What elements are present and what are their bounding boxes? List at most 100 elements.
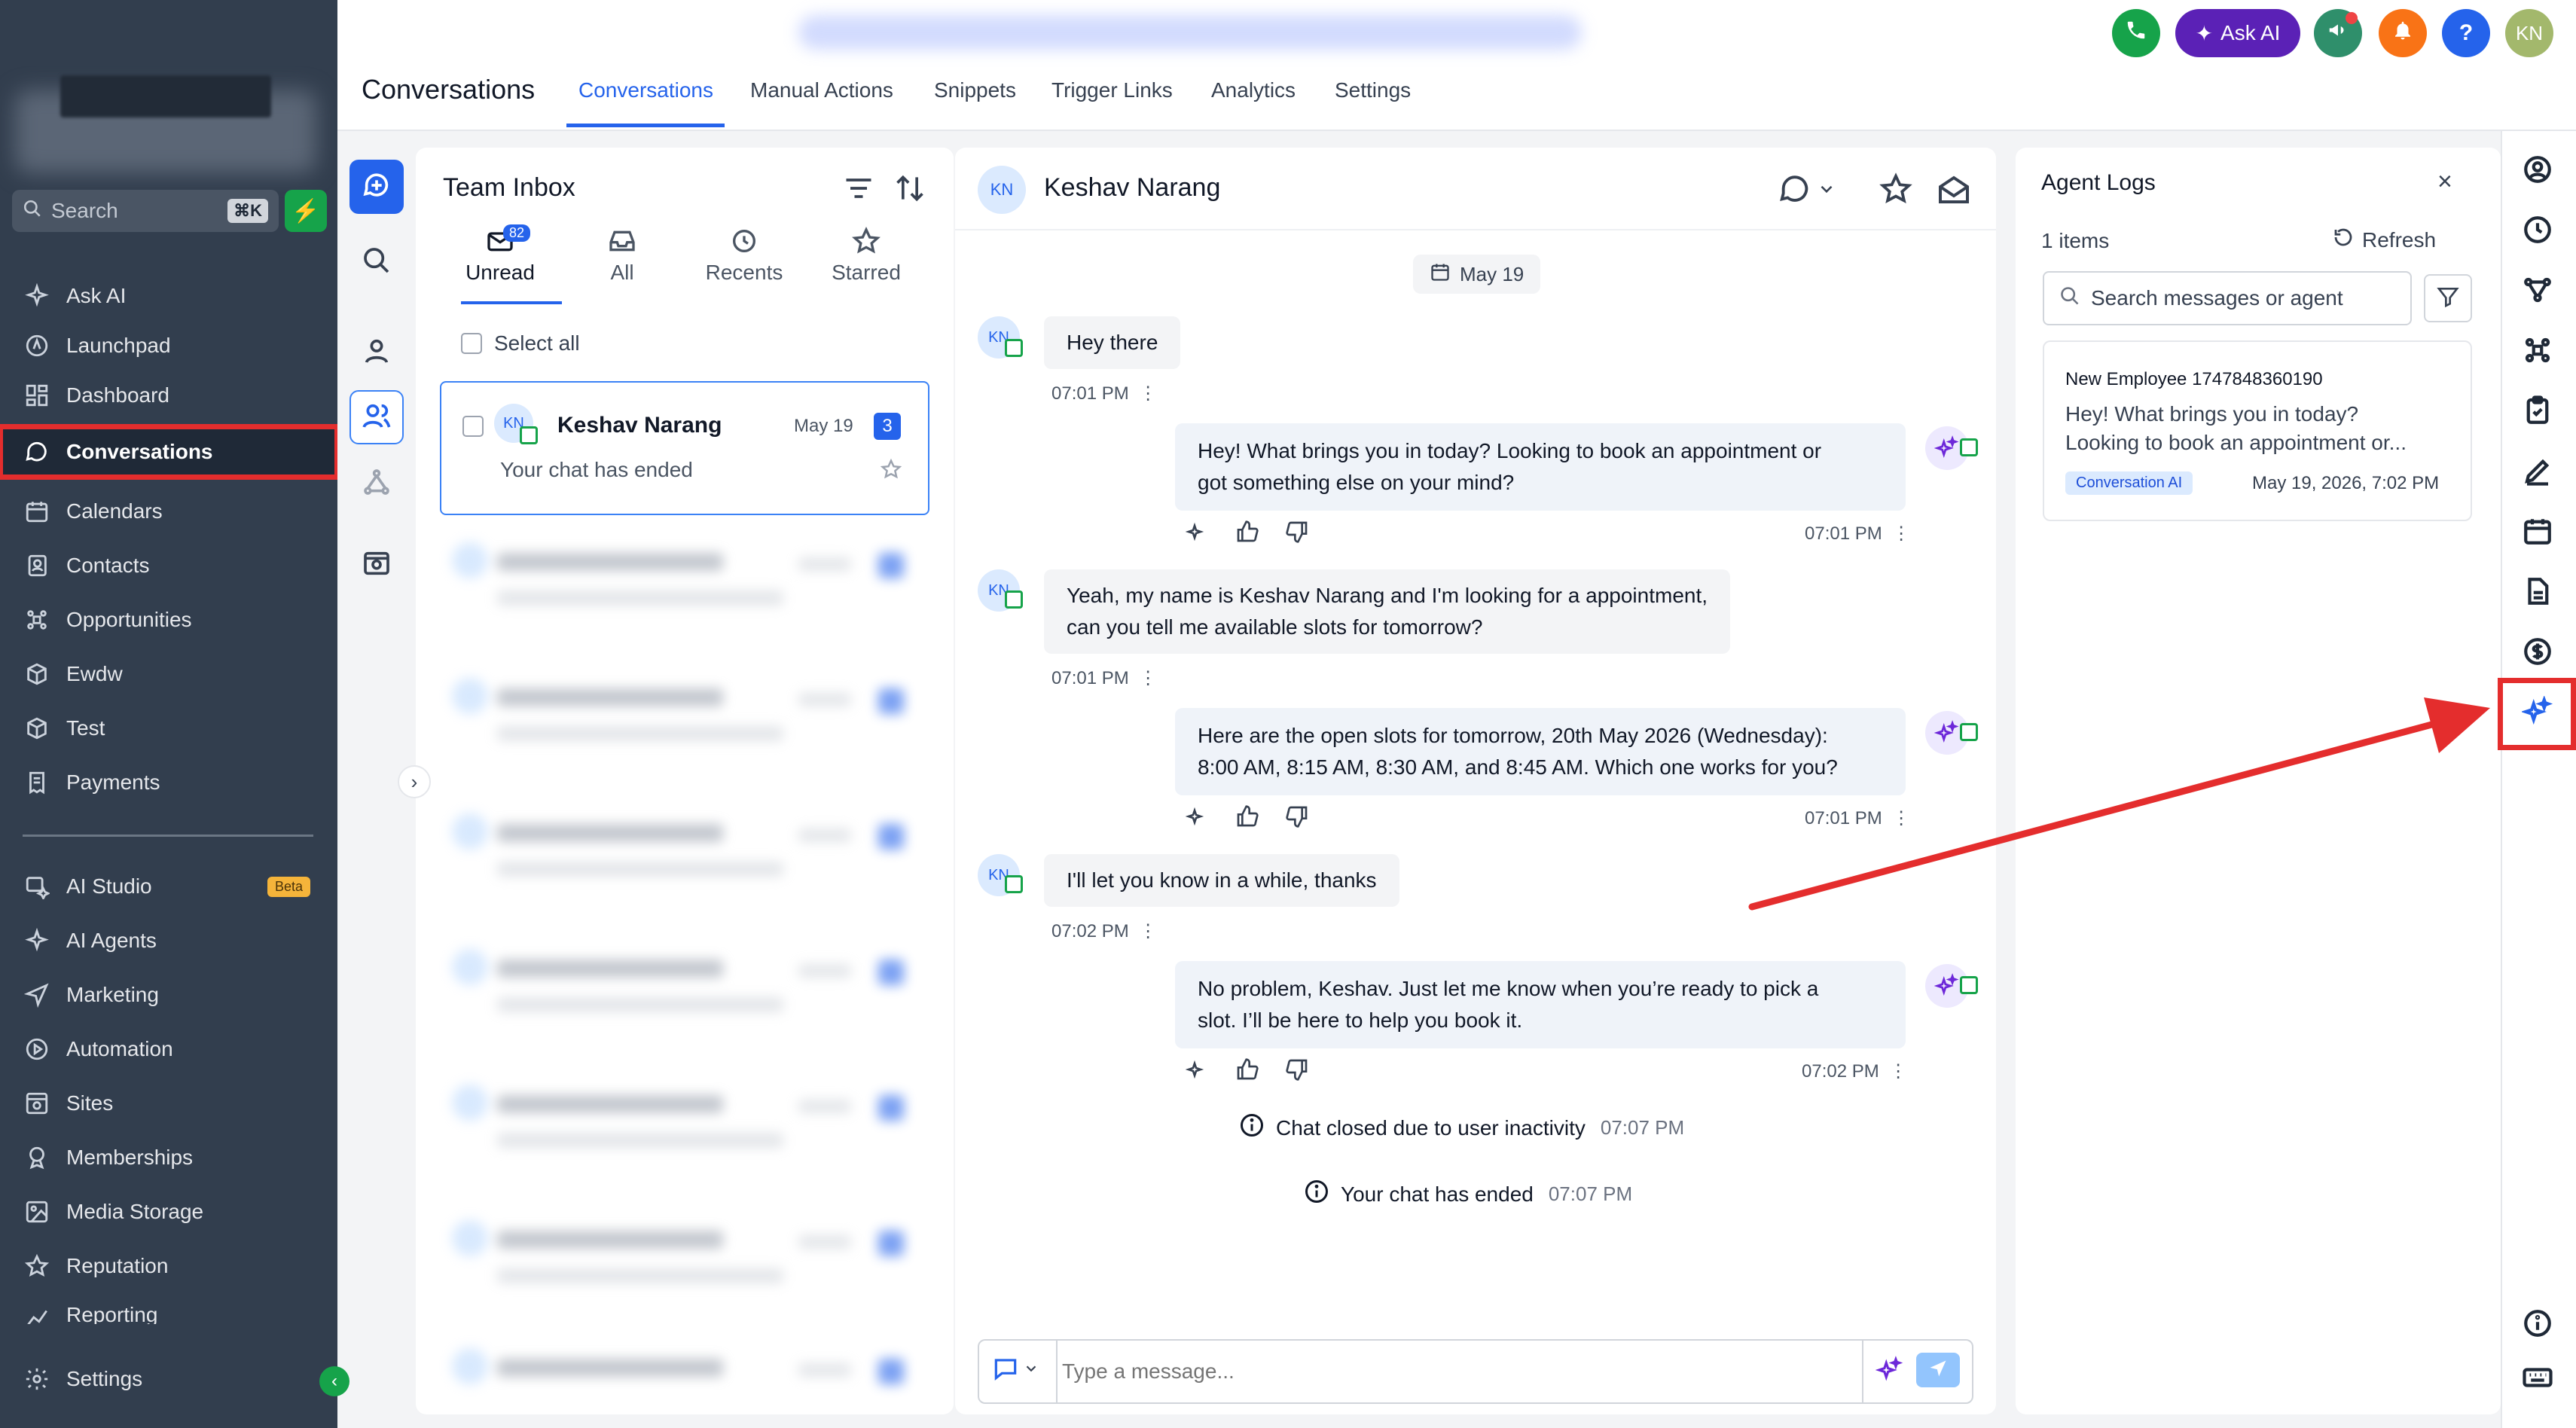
thumbs-down-icon[interactable] xyxy=(1285,520,1309,548)
filter-tab-recents[interactable]: Recents xyxy=(684,226,804,285)
sidebar-item-calendars[interactable]: Calendars xyxy=(0,488,337,535)
thumbs-up-icon[interactable] xyxy=(1235,520,1259,548)
team-inbox-button[interactable] xyxy=(349,390,404,444)
list-item[interactable] xyxy=(452,1341,919,1408)
info-button[interactable] xyxy=(2520,1307,2555,1342)
sidebar-item-contacts[interactable]: Contacts xyxy=(0,542,337,589)
workflows-button[interactable] xyxy=(349,456,404,511)
list-item[interactable] xyxy=(452,941,919,1032)
sidebar-item-ai-agents[interactable]: AI Agents xyxy=(0,917,337,964)
new-message-button[interactable] xyxy=(349,160,404,214)
sidebar-item-settings[interactable]: Settings xyxy=(0,1356,337,1402)
sidebar-item-reporting[interactable]: Reporting xyxy=(0,1297,337,1324)
conversation-checkbox[interactable] xyxy=(462,416,484,437)
close-agent-logs-button[interactable]: × xyxy=(2437,167,2452,197)
refresh-button[interactable]: Refresh xyxy=(2332,226,2436,254)
tab-conversations[interactable]: Conversations xyxy=(578,78,713,102)
sidebar-item-launchpad[interactable]: Launchpad xyxy=(0,322,337,369)
tab-settings[interactable]: Settings xyxy=(1335,78,1411,102)
opportunities-icon xyxy=(23,606,51,634)
sidebar-item-automation[interactable]: Automation xyxy=(0,1026,337,1073)
tab-analytics[interactable]: Analytics xyxy=(1211,78,1296,102)
payments-button[interactable] xyxy=(2520,636,2555,670)
refresh-label: Refresh xyxy=(2362,227,2437,252)
tab-trigger-links[interactable]: Trigger Links xyxy=(1051,78,1173,102)
history-icon xyxy=(2522,214,2553,249)
agent-logs-filter-button[interactable] xyxy=(2424,274,2472,322)
sidebar-item-test[interactable]: Test xyxy=(0,705,337,752)
sidebar-item-memberships[interactable]: Memberships xyxy=(0,1134,337,1181)
preview-button[interactable] xyxy=(349,538,404,592)
star-conversation-button[interactable] xyxy=(880,458,902,484)
log-title: New Employee 1747848360190 xyxy=(2065,369,2323,389)
live-chat-icon xyxy=(1960,976,1978,994)
sidebar-item-opportunities[interactable]: Opportunities xyxy=(0,597,337,643)
sidebar-item-dashboard[interactable]: Dashboard xyxy=(0,372,337,419)
opportunities-button[interactable] xyxy=(2520,334,2555,369)
list-item[interactable] xyxy=(452,535,919,625)
ai-reply-icon[interactable] xyxy=(1185,804,1210,832)
phone-button[interactable] xyxy=(2112,9,2160,57)
help-button[interactable]: ? xyxy=(2442,9,2490,57)
sidebar-item-conversations[interactable]: Conversations xyxy=(0,424,340,480)
ai-reply-icon[interactable] xyxy=(1185,520,1210,548)
thumbs-up-icon[interactable] xyxy=(1235,1057,1259,1085)
message-input[interactable] xyxy=(1061,1348,1859,1395)
log-preview-line: Looking to book an appointment or... xyxy=(2065,431,2407,454)
list-item[interactable] xyxy=(452,1077,919,1167)
expand-panel-button[interactable]: › xyxy=(398,765,431,798)
my-inbox-button[interactable] xyxy=(349,325,404,380)
notes-button[interactable] xyxy=(2520,455,2555,490)
sidebar-item-ask-ai[interactable]: Ask AI xyxy=(0,273,337,319)
sidebar-item-marketing[interactable]: Marketing xyxy=(0,972,337,1018)
sidebar-item-reputation[interactable]: Reputation xyxy=(0,1243,337,1289)
documents-button[interactable] xyxy=(2520,575,2555,610)
contact-details-button[interactable] xyxy=(2520,154,2555,188)
activity-button[interactable] xyxy=(2520,214,2555,249)
tab-manual-actions[interactable]: Manual Actions xyxy=(750,78,893,102)
sidebar-item-ai-studio[interactable]: AI Studio Beta xyxy=(0,863,337,910)
sidebar-item-sites[interactable]: Sites xyxy=(0,1080,337,1127)
channel-select[interactable] xyxy=(1778,172,1836,210)
conversation-card[interactable] xyxy=(440,381,929,515)
agent-logs-search[interactable]: Search messages or agent xyxy=(2043,271,2412,325)
channel-picker[interactable] xyxy=(991,1354,1039,1387)
info-icon xyxy=(2522,1307,2553,1343)
tab-snippets[interactable]: Snippets xyxy=(934,78,1016,102)
announcements-button[interactable] xyxy=(2314,9,2362,57)
tasks-button[interactable] xyxy=(2520,395,2555,429)
appointments-button[interactable] xyxy=(2520,515,2555,550)
send-button[interactable] xyxy=(1916,1353,1960,1387)
search-conversations-button[interactable] xyxy=(349,235,404,289)
sidebar-item-media-storage[interactable]: Media Storage xyxy=(0,1188,337,1235)
star-chat-button[interactable] xyxy=(1879,172,1913,210)
list-item[interactable] xyxy=(452,670,919,761)
rocket-icon xyxy=(23,331,51,360)
filter-tab-unread[interactable]: Unread xyxy=(440,226,560,285)
mark-read-button[interactable] xyxy=(1936,172,1972,212)
list-item[interactable] xyxy=(452,806,919,896)
filter-tab-all[interactable]: All xyxy=(562,226,682,285)
notifications-button[interactable] xyxy=(2379,9,2427,57)
filter-tab-label: Unread xyxy=(465,261,535,284)
filter-button[interactable] xyxy=(842,172,875,209)
filter-tab-starred[interactable]: Starred xyxy=(806,226,926,285)
thumbs-up-icon[interactable] xyxy=(1235,804,1259,832)
quick-action-button[interactable]: ⚡ xyxy=(285,190,327,232)
ai-suggest-button[interactable] xyxy=(1875,1356,1904,1388)
sidebar-search[interactable]: Search ⌘K xyxy=(12,190,279,232)
sparkle-icon xyxy=(23,282,51,310)
select-all-checkbox[interactable] xyxy=(461,333,482,354)
sidebar-item-payments[interactable]: Payments xyxy=(0,759,337,806)
sort-button[interactable] xyxy=(893,172,926,209)
workflow-button[interactable] xyxy=(2520,274,2555,309)
ai-reply-icon[interactable] xyxy=(1185,1057,1210,1085)
list-item[interactable] xyxy=(452,1213,919,1303)
collapse-sidebar-button[interactable]: ‹ xyxy=(319,1366,349,1396)
ask-ai-button[interactable]: ✦ Ask AI xyxy=(2175,9,2300,57)
thumbs-down-icon[interactable] xyxy=(1285,804,1309,832)
sidebar-item-ewdw[interactable]: Ewdw xyxy=(0,651,337,697)
user-avatar[interactable]: KN xyxy=(2505,9,2553,57)
thumbs-down-icon[interactable] xyxy=(1285,1057,1309,1085)
keyboard-shortcuts-button[interactable] xyxy=(2520,1362,2555,1396)
